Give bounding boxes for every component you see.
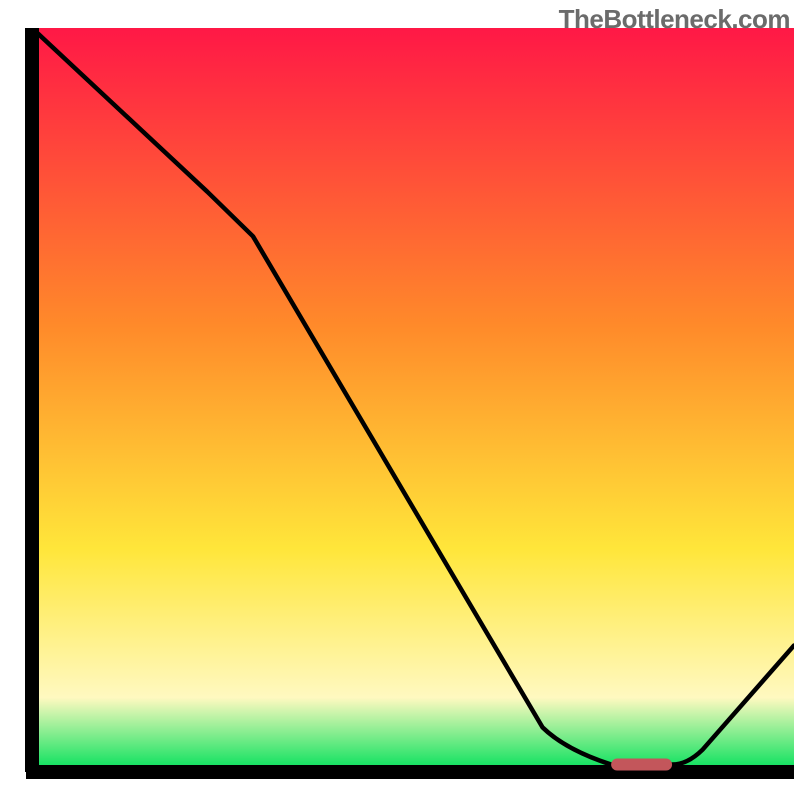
- chart-svg: [0, 0, 800, 800]
- chart-frame: TheBottleneck.com: [0, 0, 800, 800]
- watermark-text: TheBottleneck.com: [559, 4, 790, 35]
- plot-background: [32, 28, 794, 772]
- minimum-marker: [611, 759, 672, 771]
